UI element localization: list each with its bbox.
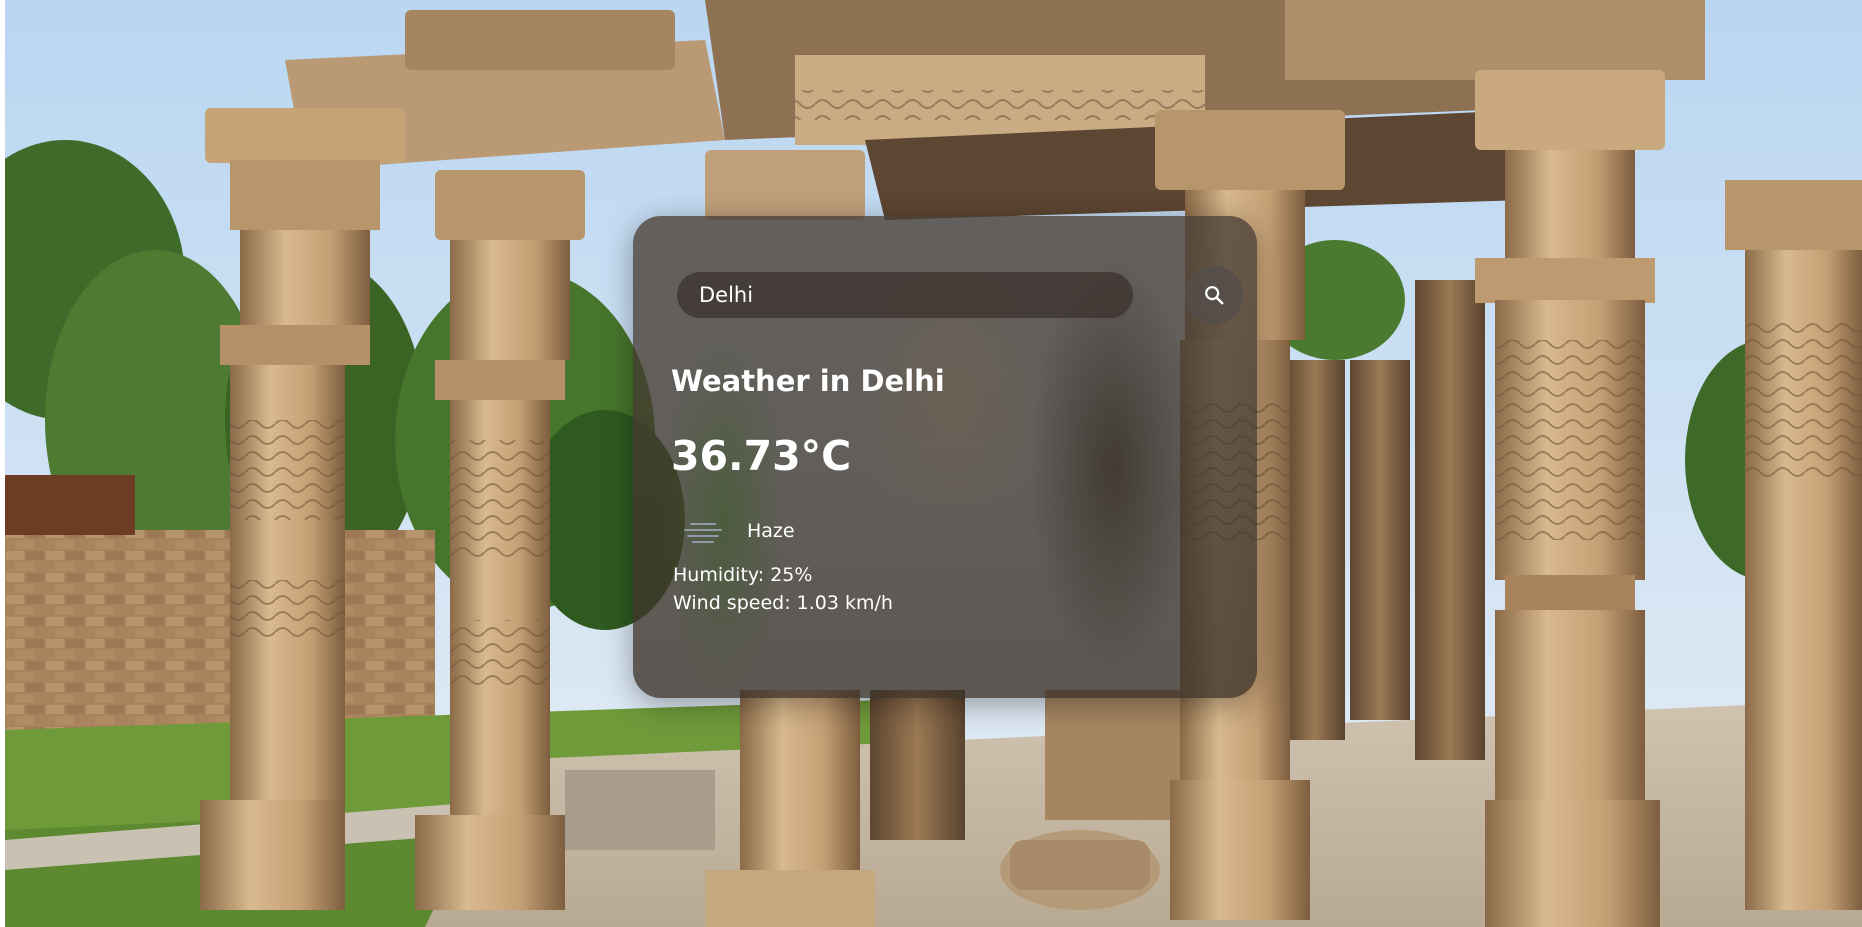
weather-condition: Haze — [747, 520, 795, 542]
weather-card: Weather in Delhi 36.73°C Haze Humidity: … — [633, 216, 1257, 698]
search-icon — [1205, 286, 1224, 305]
humidity-text: Humidity: 25% — [673, 564, 813, 586]
wind-speed-text: Wind speed: 1.03 km/h — [673, 592, 893, 614]
search-bar — [677, 266, 1243, 324]
weather-title: Weather in Delhi — [671, 364, 945, 398]
haze-icon — [684, 523, 722, 543]
search-button[interactable] — [1185, 266, 1243, 324]
search-input[interactable] — [677, 272, 1133, 318]
pillar-far-right — [1725, 180, 1862, 910]
temperature: 36.73°C — [671, 432, 852, 480]
app-frame: Weather in Delhi 36.73°C Haze Humidity: … — [5, 0, 1862, 927]
